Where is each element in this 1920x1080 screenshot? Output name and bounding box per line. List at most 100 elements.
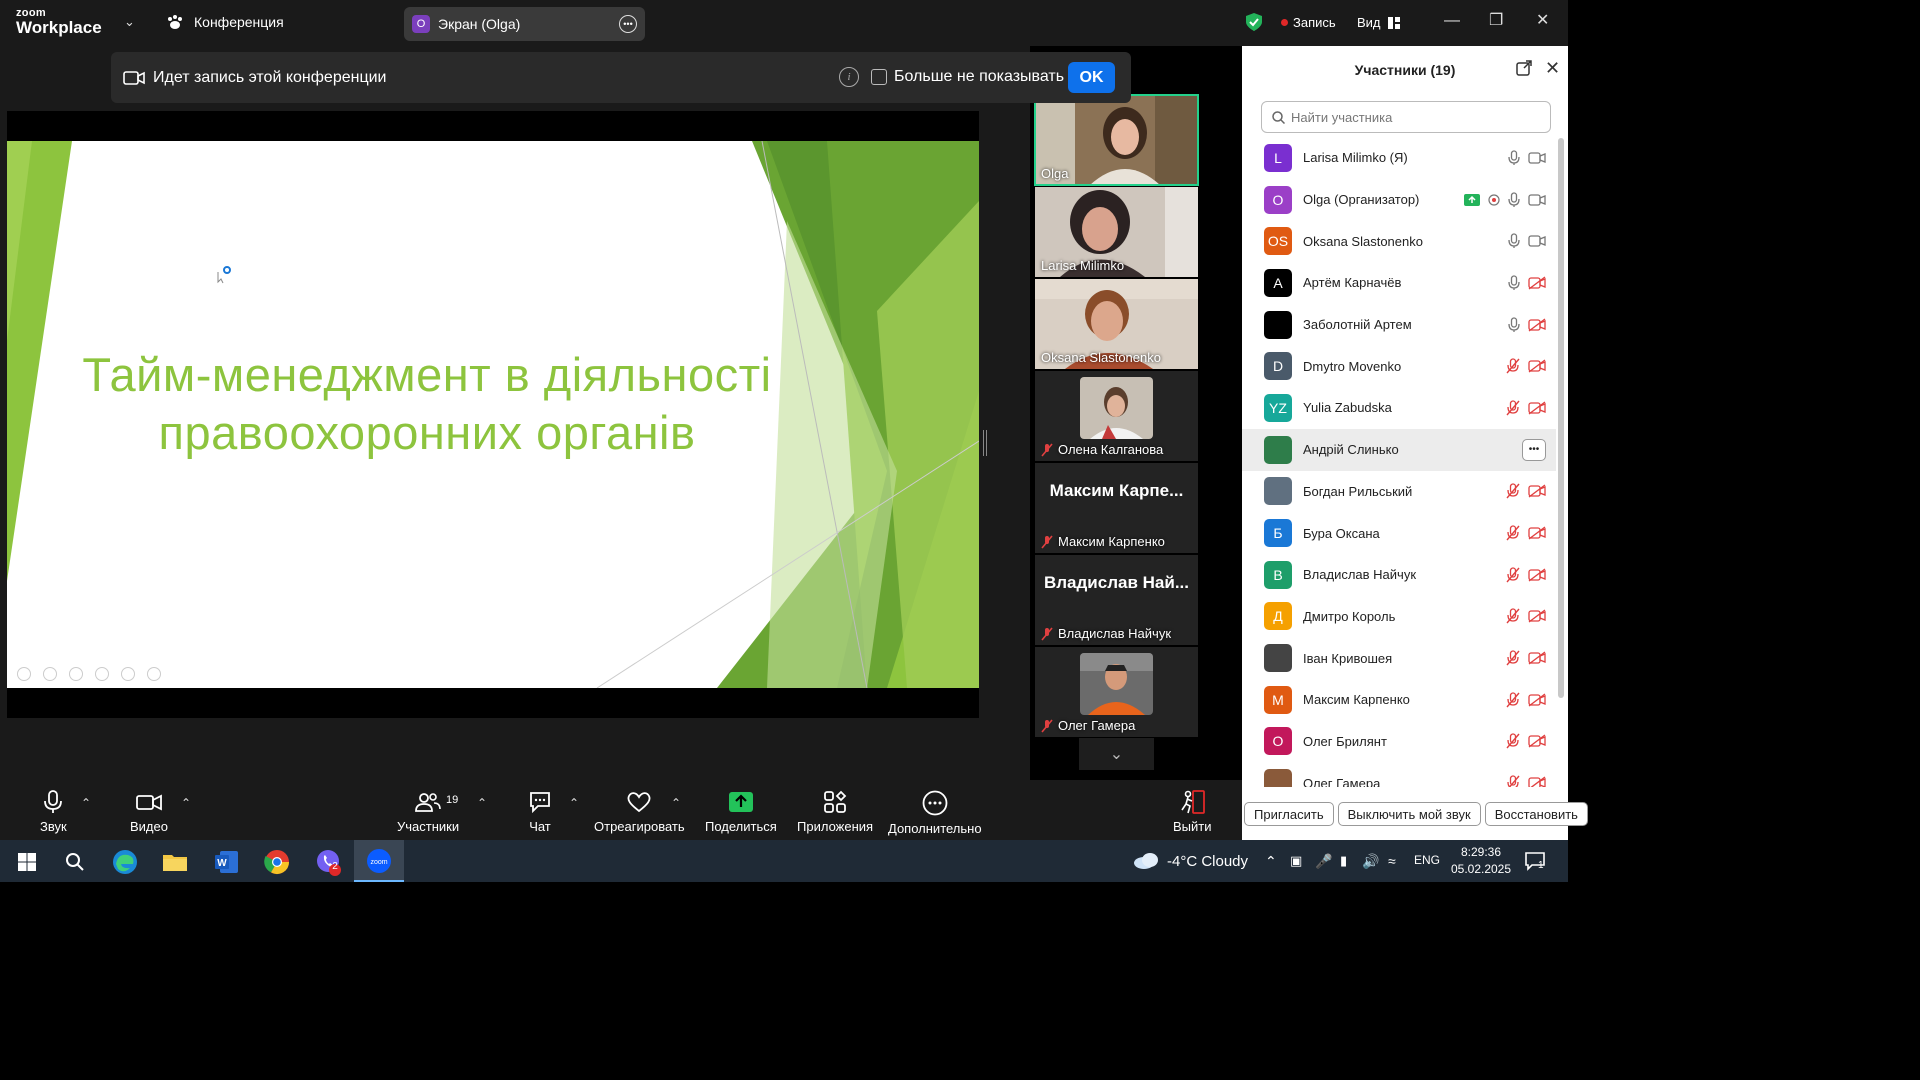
slides-icon[interactable] — [95, 667, 109, 681]
shield-check-icon[interactable] — [1245, 12, 1263, 32]
participant-row[interactable]: YZ Yulia Zabudska — [1242, 387, 1556, 429]
video-tile-oksana[interactable]: Oksana Slastonenko — [1035, 279, 1198, 369]
battery-icon[interactable]: ▮ — [1340, 853, 1347, 869]
invite-button[interactable]: Пригласить — [1244, 802, 1334, 826]
zoom-taskbar-active[interactable]: zoom — [354, 840, 404, 882]
video-tile-maksym[interactable]: Максим Карпе... Максим Карпенко — [1035, 463, 1198, 553]
video-tile-larisa[interactable]: Larisa Milimko — [1035, 187, 1198, 277]
chrome-icon[interactable] — [262, 847, 292, 877]
dont-show-checkbox[interactable] — [871, 69, 887, 85]
participant-list: L Larisa Milimko (Я) O Olga (Организатор) OS… — [1242, 137, 1556, 787]
prev-slide-icon[interactable] — [17, 667, 31, 681]
close-icon[interactable]: ✕ — [1545, 58, 1560, 79]
participants-panel: Участники (19) ✕ LLarisa Milimko (Я)OOlg… — [1242, 46, 1588, 840]
tile-name: Олег Гамера — [1041, 718, 1135, 733]
chat-icon — [530, 792, 550, 814]
chat-button[interactable]: Чат — [528, 790, 552, 834]
view-menu[interactable]: Вид — [1357, 15, 1400, 30]
participant-search[interactable] — [1261, 101, 1551, 133]
participant-row[interactable]: В Владислав Найчук — [1242, 554, 1556, 596]
chat-options-caret-icon[interactable]: ⌃ — [569, 796, 579, 810]
dont-show-label[interactable]: Больше не показывать — [894, 68, 1064, 86]
participant-row[interactable]: Б Бура Оксана — [1242, 512, 1556, 554]
camera-off-icon — [1528, 693, 1546, 707]
windows-start-icon[interactable] — [12, 847, 42, 877]
panel-footer: Пригласить Выключить мой звук Восстанови… — [1242, 802, 1588, 828]
video-tile-olga[interactable]: Olga — [1034, 94, 1199, 186]
more-options-button[interactable]: ••• — [1522, 438, 1546, 461]
chevron-down-icon[interactable]: ⌄ — [124, 14, 135, 30]
mute-me-button[interactable]: Выключить мой звук — [1337, 802, 1481, 826]
recording-icon — [1488, 193, 1500, 206]
more-options-icon[interactable]: ••• — [619, 15, 637, 33]
leave-button[interactable]: Выйти — [1173, 790, 1212, 834]
language-indicator[interactable]: ENG — [1414, 853, 1440, 867]
audio-options-caret-icon[interactable]: ⌃ — [81, 796, 91, 810]
info-icon[interactable]: i — [839, 67, 859, 87]
recording-indicator[interactable]: Запись — [1281, 15, 1336, 30]
popout-icon[interactable] — [1516, 60, 1532, 76]
clock[interactable]: 8:29:36 05.02.2025 — [1448, 844, 1514, 878]
chevron-down-icon[interactable]: ⌄ — [1079, 738, 1154, 770]
audio-button[interactable]: Звук — [40, 790, 67, 834]
pen-icon[interactable] — [69, 667, 83, 681]
minimize-icon[interactable]: — — [1444, 12, 1460, 30]
participant-status-icons — [1506, 692, 1546, 708]
wifi-icon[interactable]: ≈ — [1388, 853, 1396, 869]
video-options-caret-icon[interactable]: ⌃ — [181, 796, 191, 810]
ok-button[interactable]: OK — [1068, 62, 1115, 93]
mic-muted-icon — [1041, 718, 1053, 733]
word-icon[interactable]: W — [212, 847, 242, 877]
more-icon[interactable] — [147, 667, 161, 681]
heart-icon — [627, 792, 651, 813]
participant-row[interactable]: OS Oksana Slastonenko — [1242, 220, 1556, 262]
participant-row[interactable]: O Olga (Организатор) — [1242, 179, 1556, 221]
apps-button[interactable]: Приложения — [797, 790, 873, 834]
restore-button[interactable]: Восстановить — [1484, 802, 1588, 826]
resize-handle[interactable] — [983, 430, 987, 456]
react-options-caret-icon[interactable]: ⌃ — [671, 796, 681, 810]
participant-row[interactable]: Богдан Рильський — [1242, 471, 1556, 513]
camera-off-icon — [1528, 526, 1546, 540]
participant-row[interactable]: Д Дмитро Король — [1242, 596, 1556, 638]
conference-menu[interactable]: Конференция — [166, 14, 284, 30]
participant-row[interactable]: Іван Кривошея — [1242, 637, 1556, 679]
microphone-tray-icon[interactable]: 🎤 — [1315, 853, 1332, 870]
restore-icon[interactable]: ❐ — [1489, 10, 1503, 30]
camera-off-icon — [1528, 734, 1546, 749]
paw-icon — [168, 15, 182, 29]
participant-row[interactable]: М Максим Карпенко — [1242, 679, 1556, 721]
file-explorer-icon[interactable] — [160, 847, 190, 877]
video-tile-oleh[interactable]: Олег Гамера — [1035, 647, 1198, 737]
edge-browser-icon[interactable] — [110, 847, 140, 877]
participant-avatar: Д — [1264, 602, 1292, 631]
close-icon[interactable]: ✕ — [1536, 10, 1549, 30]
search-input[interactable] — [1291, 109, 1531, 125]
share-button[interactable]: Поделиться — [705, 790, 777, 834]
participants-options-caret-icon[interactable]: ⌃ — [477, 796, 487, 810]
zoom-icon[interactable] — [121, 667, 135, 681]
search-icon[interactable] — [60, 847, 90, 877]
volume-icon[interactable]: 🔊 — [1362, 853, 1379, 870]
participant-row[interactable]: D Dmytro Movenko — [1242, 345, 1556, 387]
screen-share-indicator[interactable]: O Экран (Olga) ••• — [404, 7, 645, 41]
scrollbar[interactable] — [1558, 138, 1564, 698]
meet-now-icon[interactable]: ▣ — [1290, 853, 1302, 869]
tile-name: Олена Калганова — [1041, 442, 1163, 457]
participant-row[interactable]: О Олег Брилянт — [1242, 721, 1556, 763]
tile-name: Olga — [1041, 166, 1069, 181]
participant-row[interactable]: Андрій Слинько ••• — [1242, 428, 1556, 471]
video-tile-olena[interactable]: Олена Калганова — [1035, 371, 1198, 461]
slide-nav-controls — [17, 667, 161, 681]
camera-off-icon — [1528, 776, 1546, 787]
participant-row[interactable]: L Larisa Milimko (Я) — [1242, 137, 1556, 179]
tray-expand-icon[interactable]: ⌃ — [1265, 853, 1277, 870]
video-tile-vladyslav[interactable]: Владислав Най... Владислав Найчук — [1035, 555, 1198, 645]
participant-row[interactable]: Заболотній Артем — [1242, 304, 1556, 346]
weather-text[interactable]: -4°C Cloudy — [1167, 853, 1248, 870]
next-slide-icon[interactable] — [43, 667, 57, 681]
video-button[interactable]: Видео — [130, 790, 168, 834]
more-button[interactable]: Дополнительно — [888, 790, 982, 836]
participant-row[interactable]: A Артём Карначёв — [1242, 262, 1556, 304]
participant-row[interactable]: Олег Гамера — [1242, 762, 1556, 787]
